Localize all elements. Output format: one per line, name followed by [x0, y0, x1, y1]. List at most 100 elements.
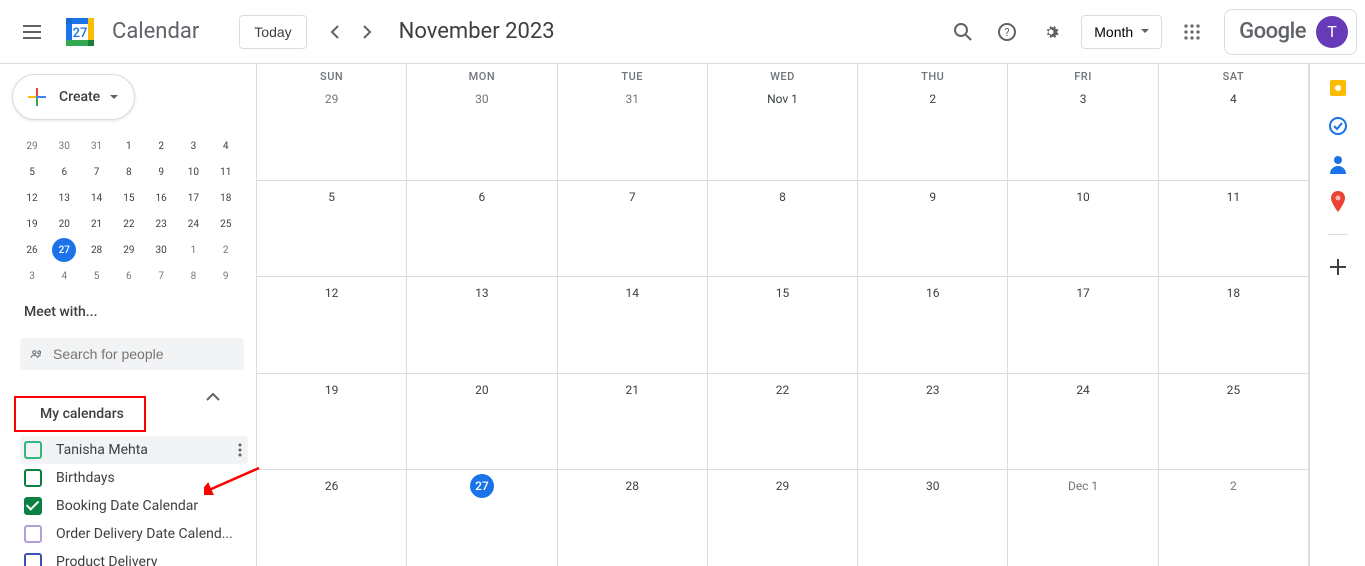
day-cell[interactable]: 19	[257, 374, 407, 470]
day-cell[interactable]: 7	[558, 181, 708, 277]
day-number[interactable]: Nov 1	[767, 87, 798, 111]
contacts-icon[interactable]	[1328, 154, 1348, 174]
day-cell[interactable]: 14	[558, 277, 708, 373]
day-number[interactable]: 4	[1221, 87, 1245, 111]
day-number[interactable]: Dec 1	[1068, 474, 1098, 498]
mini-cal-day[interactable]: 10	[181, 160, 205, 184]
day-cell[interactable]: 23	[858, 374, 1008, 470]
mini-cal-day[interactable]: 1	[117, 134, 141, 158]
day-cell[interactable]: 29	[708, 470, 858, 566]
mini-cal-day[interactable]: 22	[117, 212, 141, 236]
day-number[interactable]: 23	[921, 378, 945, 402]
mini-cal-day[interactable]: 31	[85, 134, 109, 158]
day-number[interactable]: 2	[921, 87, 945, 111]
day-cell[interactable]: 22	[708, 374, 858, 470]
mini-cal-day[interactable]: 14	[85, 186, 109, 210]
calendar-checkbox[interactable]	[24, 553, 42, 566]
day-cell[interactable]: Dec 1	[1008, 470, 1158, 566]
calendar-checkbox[interactable]	[24, 469, 42, 487]
mini-cal-day[interactable]: 19	[20, 212, 44, 236]
mini-cal-day[interactable]: 29	[20, 134, 44, 158]
mini-cal-day[interactable]: 23	[149, 212, 173, 236]
mini-calendar[interactable]: 2930311234567891011121314151617181920212…	[0, 130, 256, 288]
day-number[interactable]: 28	[620, 474, 644, 498]
avatar[interactable]: T	[1316, 16, 1348, 48]
day-cell[interactable]: 26	[257, 470, 407, 566]
mini-cal-day[interactable]: 17	[181, 186, 205, 210]
day-cell[interactable]: 11	[1159, 181, 1309, 277]
day-cell[interactable]: 25	[1159, 374, 1309, 470]
mini-cal-day[interactable]: 26	[20, 238, 44, 262]
next-month-button[interactable]	[351, 16, 383, 48]
day-number[interactable]: 25	[1221, 378, 1245, 402]
mini-cal-day[interactable]: 2	[149, 134, 173, 158]
calendar-item[interactable]: Birthdays	[20, 464, 248, 492]
mini-cal-day[interactable]: 30	[52, 134, 76, 158]
day-number[interactable]: 11	[1221, 185, 1245, 209]
mini-cal-day[interactable]: 27	[52, 238, 76, 262]
calendar-item[interactable]: Order Delivery Date Calend...	[20, 520, 248, 548]
day-cell[interactable]: 4	[1159, 83, 1309, 180]
mini-cal-day[interactable]: 4	[214, 134, 238, 158]
keep-icon[interactable]	[1328, 78, 1348, 98]
day-number[interactable]: 12	[320, 281, 344, 305]
day-number[interactable]: 30	[470, 87, 494, 111]
calendar-options-button[interactable]	[238, 443, 242, 457]
day-cell[interactable]: 30	[407, 83, 557, 180]
day-cell[interactable]: 13	[407, 277, 557, 373]
calendar-checkbox[interactable]	[24, 441, 42, 459]
mini-cal-day[interactable]: 20	[52, 212, 76, 236]
day-number[interactable]: 26	[320, 474, 344, 498]
prev-month-button[interactable]	[319, 16, 351, 48]
day-cell[interactable]: 17	[1008, 277, 1158, 373]
day-number[interactable]: 16	[921, 281, 945, 305]
day-number[interactable]: 6	[470, 185, 494, 209]
mini-cal-day[interactable]: 2	[214, 238, 238, 262]
addons-button[interactable]	[1328, 257, 1348, 277]
mini-cal-day[interactable]: 8	[181, 264, 205, 288]
create-button[interactable]: Create	[12, 74, 135, 120]
day-cell[interactable]: 21	[558, 374, 708, 470]
day-number[interactable]: 2	[1221, 474, 1245, 498]
apps-button[interactable]	[1172, 12, 1212, 52]
day-number[interactable]: 20	[470, 378, 494, 402]
day-number[interactable]: 24	[1071, 378, 1095, 402]
mini-cal-day[interactable]: 28	[85, 238, 109, 262]
mini-cal-day[interactable]: 3	[20, 264, 44, 288]
mini-cal-day[interactable]: 3	[181, 134, 205, 158]
mini-cal-day[interactable]: 6	[52, 160, 76, 184]
logo[interactable]: 27 Calendar	[56, 12, 199, 52]
day-number[interactable]: 18	[1221, 281, 1245, 305]
day-number[interactable]: 29	[320, 87, 344, 111]
settings-button[interactable]	[1031, 12, 1071, 52]
day-cell[interactable]: 16	[858, 277, 1008, 373]
day-number[interactable]: 14	[620, 281, 644, 305]
mini-cal-day[interactable]: 1	[181, 238, 205, 262]
my-calendars-header[interactable]: My calendars	[14, 396, 146, 432]
mini-cal-day[interactable]: 9	[214, 264, 238, 288]
mini-cal-day[interactable]: 13	[52, 186, 76, 210]
day-cell[interactable]: 15	[708, 277, 858, 373]
day-cell[interactable]: 2	[1159, 470, 1309, 566]
calendar-item[interactable]: Product Delivery	[20, 548, 248, 566]
calendar-checkbox[interactable]	[24, 525, 42, 543]
mini-cal-day[interactable]: 7	[85, 160, 109, 184]
mini-cal-day[interactable]: 8	[117, 160, 141, 184]
mini-cal-day[interactable]: 5	[85, 264, 109, 288]
day-number[interactable]: 21	[620, 378, 644, 402]
mini-cal-day[interactable]: 5	[20, 160, 44, 184]
mini-cal-day[interactable]: 25	[214, 212, 238, 236]
mini-cal-day[interactable]: 30	[149, 238, 173, 262]
day-number[interactable]: 8	[770, 185, 794, 209]
mini-cal-day[interactable]: 12	[20, 186, 44, 210]
day-cell[interactable]: 29	[257, 83, 407, 180]
day-number[interactable]: 3	[1071, 87, 1095, 111]
day-number[interactable]: 10	[1071, 185, 1095, 209]
search-people[interactable]	[20, 338, 244, 370]
mini-cal-day[interactable]: 11	[214, 160, 238, 184]
day-cell[interactable]: 27	[407, 470, 557, 566]
day-cell[interactable]: 8	[708, 181, 858, 277]
day-cell[interactable]: 9	[858, 181, 1008, 277]
mini-cal-day[interactable]: 16	[149, 186, 173, 210]
day-cell[interactable]: 28	[558, 470, 708, 566]
